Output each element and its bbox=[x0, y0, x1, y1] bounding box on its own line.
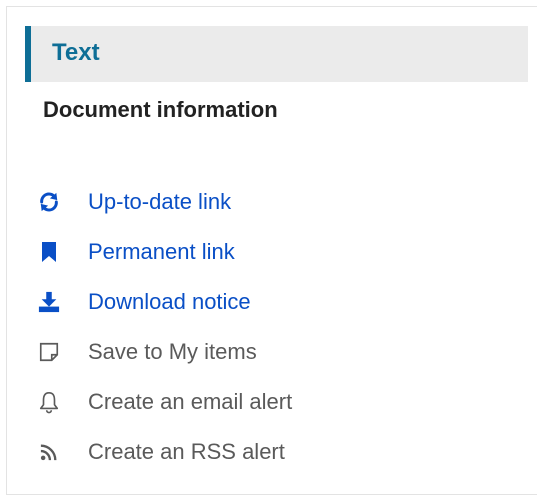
action-label: Create an email alert bbox=[88, 389, 293, 414]
action-label: Up-to-date link bbox=[88, 189, 232, 214]
note-icon bbox=[37, 340, 61, 364]
refresh-icon bbox=[37, 190, 61, 214]
action-label: Download notice bbox=[88, 289, 251, 314]
action-label: Save to My items bbox=[88, 339, 257, 364]
save-to-my-items-link[interactable]: Save to My items bbox=[37, 332, 507, 372]
section-title: Text bbox=[52, 39, 100, 66]
up-to-date-link[interactable]: Up-to-date link bbox=[37, 182, 507, 222]
action-label: Permanent link bbox=[88, 239, 235, 264]
action-label: Create an RSS alert bbox=[88, 439, 285, 464]
bookmark-icon bbox=[37, 240, 61, 264]
section-header: Text bbox=[25, 26, 528, 82]
create-email-alert-link[interactable]: Create an email alert bbox=[37, 382, 507, 422]
document-panel: Text Document information Up-to-date lin… bbox=[6, 6, 537, 495]
rss-icon bbox=[37, 440, 61, 464]
document-information-heading: Document information bbox=[43, 97, 278, 122]
create-rss-alert-link[interactable]: Create an RSS alert bbox=[37, 432, 507, 472]
download-notice-link[interactable]: Download notice bbox=[37, 282, 507, 322]
download-icon bbox=[37, 290, 61, 314]
permanent-link[interactable]: Permanent link bbox=[37, 232, 507, 272]
bell-icon bbox=[37, 390, 61, 414]
